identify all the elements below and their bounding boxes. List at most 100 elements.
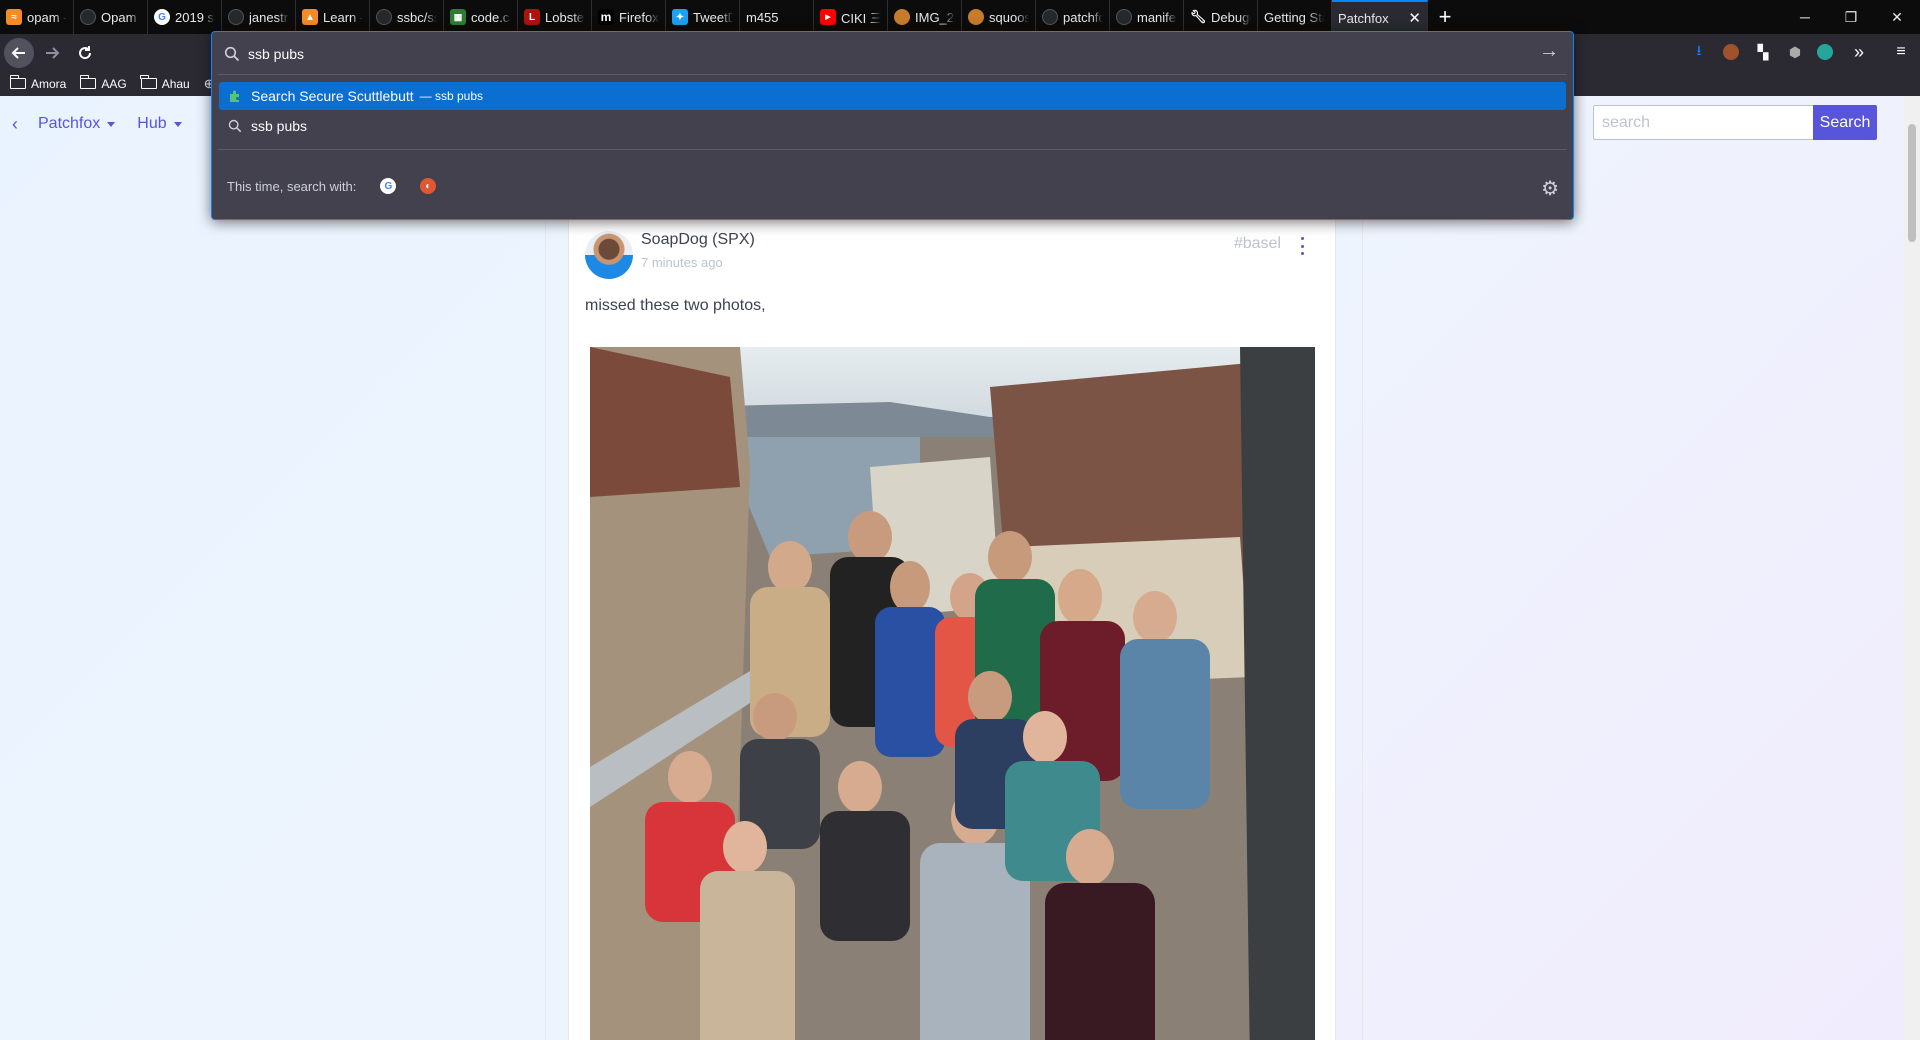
- search-icon: [224, 46, 240, 62]
- scrollbar-thumb[interactable]: [1908, 124, 1916, 242]
- column-divider: [545, 176, 546, 1040]
- go-arrow-icon[interactable]: →: [1539, 40, 1559, 63]
- bookmark-label: Amora: [31, 76, 67, 91]
- tab-title: code.cal: [471, 9, 511, 25]
- hub-menu-label: Hub: [137, 115, 167, 132]
- youtube-icon: ▶: [820, 9, 836, 25]
- tab-title: janestree: [249, 9, 289, 25]
- search-button[interactable]: Search: [1813, 105, 1877, 140]
- tab[interactable]: ≈ opam - c: [0, 0, 74, 34]
- scrollbar[interactable]: [1904, 96, 1920, 1040]
- search-input[interactable]: [1593, 105, 1813, 140]
- tab[interactable]: 🔧︎ Debugge: [1184, 0, 1258, 34]
- urlbar-popup: → Search Secure Scuttlebutt — ssb pubs s…: [211, 31, 1574, 220]
- patchfox-menu[interactable]: Patchfox: [38, 115, 116, 133]
- close-tab-icon[interactable]: ✕: [1408, 9, 1421, 27]
- post-channel[interactable]: #basel: [1234, 235, 1281, 253]
- suggestion-row[interactable]: ssb pubs: [219, 112, 1566, 140]
- learn-icon: ▲: [302, 9, 318, 25]
- new-tab-button[interactable]: +: [1428, 0, 1462, 34]
- ublock-icon[interactable]: ⬢: [1785, 42, 1805, 62]
- tab-title: m455: [746, 9, 779, 25]
- post-timestamp[interactable]: 7 minutes ago: [641, 255, 723, 270]
- orange-rss-icon: ≈: [6, 9, 22, 25]
- grid-icon: ▦: [450, 9, 466, 25]
- folder-icon: [9, 75, 26, 89]
- bookmark-label: AAG: [101, 76, 127, 91]
- arrow-left-icon: [11, 47, 25, 59]
- tab[interactable]: ssbc/ssb: [370, 0, 444, 34]
- tab[interactable]: Opam or: [74, 0, 148, 34]
- duckduckgo-icon[interactable]: ◐: [420, 178, 437, 194]
- tab-title: TweetDe: [693, 9, 733, 25]
- google-icon[interactable]: G: [380, 178, 397, 194]
- tab[interactable]: squoosh: [962, 0, 1036, 34]
- grid-extension-icon[interactable]: ▚: [1753, 42, 1773, 62]
- post-photo[interactable]: [590, 347, 1315, 1040]
- tab-title: Learn – C: [323, 9, 363, 25]
- puzzle-icon: [227, 88, 243, 104]
- tab[interactable]: patchfox: [1036, 0, 1110, 34]
- tab[interactable]: ▦ code.cal: [444, 0, 518, 34]
- tab-title: Debugge: [1211, 9, 1251, 25]
- tab[interactable]: ✦ TweetDe: [666, 0, 740, 34]
- post-card: SoapDog (SPX) 7 minutes ago #basel misse…: [568, 206, 1336, 1040]
- twitter-icon: ✦: [672, 9, 688, 25]
- close-window-button[interactable]: ✕: [1874, 0, 1920, 34]
- forward-button[interactable]: [37, 38, 67, 68]
- wrench-icon: 🔧︎: [1189, 9, 1207, 24]
- tab[interactable]: L Lobsters: [518, 0, 592, 34]
- tab[interactable]: Getting Starte: [1258, 0, 1332, 34]
- tab[interactable]: manifest: [1110, 0, 1184, 34]
- post-author[interactable]: SoapDog (SPX): [641, 231, 755, 249]
- github-icon: [228, 9, 244, 25]
- tab[interactable]: m Firefox c: [592, 0, 666, 34]
- tab-title: ssbc/ssb: [397, 9, 437, 25]
- restore-button[interactable]: ❐: [1828, 0, 1874, 34]
- divider: [218, 149, 1567, 150]
- hamburger-menu-icon[interactable]: ≡: [1891, 42, 1911, 62]
- tab[interactable]: G 2019 set: [148, 0, 222, 34]
- bookmark-label: Ahau: [161, 76, 190, 91]
- tab-title: patchfox: [1063, 9, 1103, 25]
- tab[interactable]: janestree: [222, 0, 296, 34]
- one-off-label: This time, search with:: [227, 178, 357, 194]
- lobsters-icon: L: [524, 9, 540, 25]
- tab[interactable]: m455: [740, 0, 814, 34]
- patchfox-extension-icon[interactable]: [1815, 42, 1835, 62]
- more-options-icon[interactable]: [1301, 237, 1305, 255]
- image-icon: [894, 9, 910, 25]
- reload-button[interactable]: [70, 38, 100, 68]
- tab[interactable]: ▲ Learn – C: [296, 0, 370, 34]
- chevron-left-icon[interactable]: ‹: [12, 114, 18, 135]
- bookmark-folder[interactable]: Ahau: [140, 75, 190, 91]
- avatar[interactable]: [585, 231, 633, 279]
- tab-strip: ≈ opam - c Opam or G 2019 set janestree ▲ L…: [0, 0, 1920, 34]
- bookmark-folder[interactable]: AAG: [79, 75, 127, 91]
- folder-icon: [140, 75, 157, 89]
- column-divider: [1362, 176, 1363, 1040]
- google-icon: G: [154, 9, 170, 25]
- tab-title: IMG_202: [915, 9, 955, 25]
- hub-menu[interactable]: Hub: [137, 115, 182, 133]
- tab[interactable]: IMG_202: [888, 0, 962, 34]
- downloads-icon[interactable]: ⭳: [1689, 42, 1709, 62]
- github-icon: [1042, 9, 1058, 25]
- tab[interactable]: ▶ CIKI 三ry: [814, 0, 888, 34]
- gear-icon[interactable]: ⚙: [1541, 176, 1559, 201]
- url-input[interactable]: [248, 42, 1508, 66]
- extension-avatar-icon[interactable]: [1721, 42, 1741, 62]
- tab-title: squoosh: [989, 9, 1029, 25]
- tab-title: Patchfox: [1338, 10, 1389, 26]
- minimize-button[interactable]: ─: [1782, 0, 1828, 34]
- overflow-chevron-icon[interactable]: »: [1849, 42, 1869, 62]
- tab-title: Getting Starte: [1264, 9, 1325, 25]
- bookmark-folder[interactable]: Amora: [9, 75, 67, 91]
- caret-down-icon: [173, 121, 182, 127]
- medium-icon: m: [598, 9, 614, 25]
- tab-active[interactable]: Patchfox ✕: [1332, 0, 1428, 34]
- suggestion-row-selected[interactable]: Search Secure Scuttlebutt — ssb pubs: [219, 82, 1566, 110]
- suggestion-sub: — ssb pubs: [419, 89, 484, 103]
- back-button[interactable]: [4, 38, 34, 68]
- patchfox-menu-label: Patchfox: [38, 115, 101, 132]
